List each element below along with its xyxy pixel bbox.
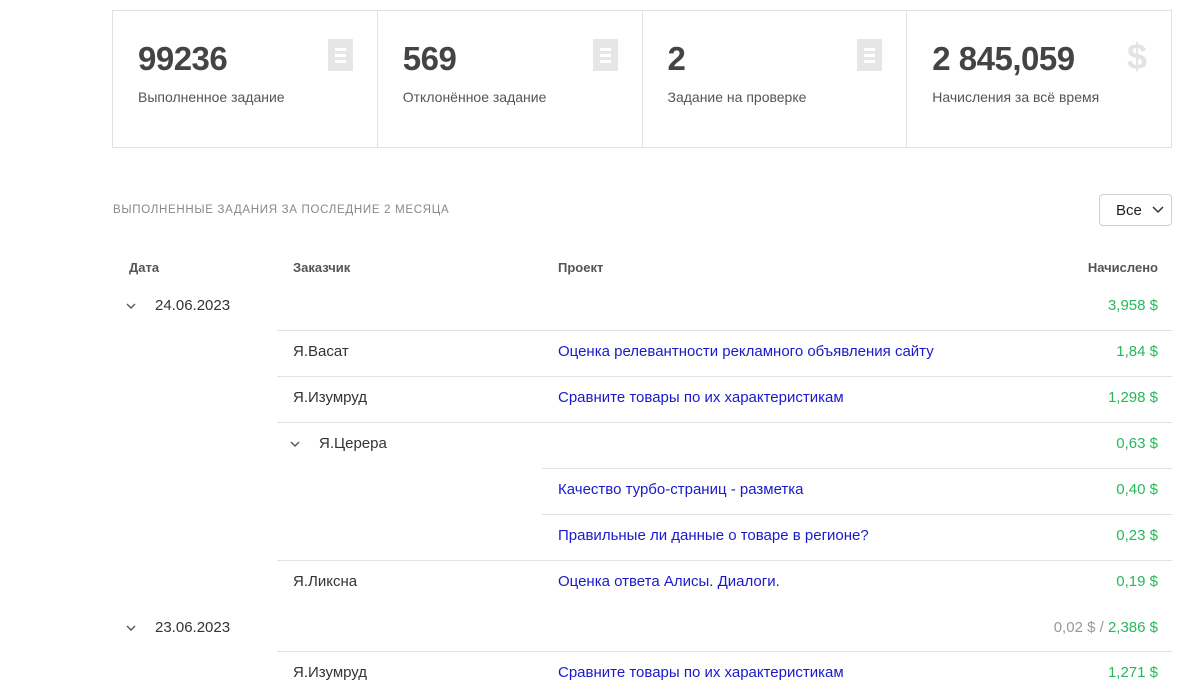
row-amount: 0,63 $	[1116, 435, 1158, 452]
row-project-link[interactable]: Сравните товары по их характеристикам	[558, 388, 844, 408]
period-filter-select[interactable]: Все	[1099, 194, 1172, 226]
stats-panel: 99236 Выполненное задание 569 Отклонённо…	[112, 10, 1172, 148]
group-total-pending: 0,02 $	[1053, 619, 1096, 636]
stat-label: Задание на проверке	[667, 89, 807, 105]
row-amount: 0,19 $	[1116, 573, 1158, 590]
stat-completed: 99236 Выполненное задание	[113, 11, 378, 147]
row-project-link[interactable]: Оценка ответа Алисы. Диалоги.	[558, 572, 780, 592]
stat-on-review: 2 Задание на проверке	[643, 11, 908, 147]
stat-label: Начисления за всё время	[932, 89, 1100, 105]
subrow-amount: 0,23 $	[1116, 527, 1158, 544]
row-customer[interactable]: Я.Церера	[319, 434, 387, 454]
chevron-down-icon[interactable]	[290, 441, 300, 448]
group-total-value: 2,386 $	[1107, 619, 1158, 636]
dollar-icon: $	[1126, 36, 1147, 77]
chevron-down-icon[interactable]	[126, 625, 136, 632]
row-amount: 1,84 $	[1116, 343, 1158, 360]
document-icon	[592, 39, 618, 71]
row-customer: Я.Васат	[293, 343, 349, 360]
column-header-project: Проект	[558, 260, 604, 275]
row-divider	[277, 422, 1172, 423]
column-header-date: Дата	[129, 260, 160, 275]
filter-value: Все	[1116, 201, 1142, 219]
row-divider	[542, 514, 1172, 515]
total-separator: /	[1099, 619, 1104, 636]
chevron-down-icon[interactable]	[126, 303, 136, 310]
chevron-down-icon	[1152, 206, 1164, 214]
group-total: 3,958 $	[1107, 297, 1158, 314]
section-title: Выполненные задания за последние 2 месяц…	[113, 204, 450, 216]
row-customer: Я.Изумруд	[293, 389, 368, 406]
group-date[interactable]: 23.06.2023	[155, 618, 230, 638]
row-divider	[277, 651, 1172, 652]
document-icon	[327, 39, 353, 71]
stat-earnings: 2 845,059 Начисления за всё время $	[907, 11, 1171, 147]
row-customer: Я.Изумруд	[293, 664, 368, 681]
subrow-project-link[interactable]: Качество турбо-страниц - разметка	[558, 480, 804, 500]
row-project-link[interactable]: Сравните товары по их характеристикам	[558, 663, 844, 683]
row-divider	[277, 330, 1172, 331]
document-icon	[857, 39, 883, 71]
column-header-earned: Начислено	[1087, 260, 1158, 275]
subrow-project-link[interactable]: Правильные ли данные о товаре в регионе?	[558, 526, 869, 546]
stat-label: Выполненное задание	[138, 89, 285, 105]
group-date[interactable]: 24.06.2023	[155, 296, 230, 316]
row-amount: 1,271 $	[1107, 664, 1158, 681]
subrow-amount: 0,40 $	[1116, 481, 1158, 498]
column-header-customer: Заказчик	[293, 260, 351, 275]
row-divider	[542, 468, 1172, 469]
row-amount: 1,298 $	[1107, 389, 1158, 406]
row-divider	[277, 560, 1172, 561]
group-total: 0,02 $ / 2,386 $	[1054, 618, 1158, 638]
row-customer: Я.Ликсна	[293, 573, 358, 590]
row-divider	[277, 376, 1172, 377]
stat-label: Отклонённое задание	[402, 89, 547, 105]
row-project-link[interactable]: Оценка релевантности рекламного объявлен…	[558, 342, 934, 362]
stat-rejected: 569 Отклонённое задание	[378, 11, 643, 147]
